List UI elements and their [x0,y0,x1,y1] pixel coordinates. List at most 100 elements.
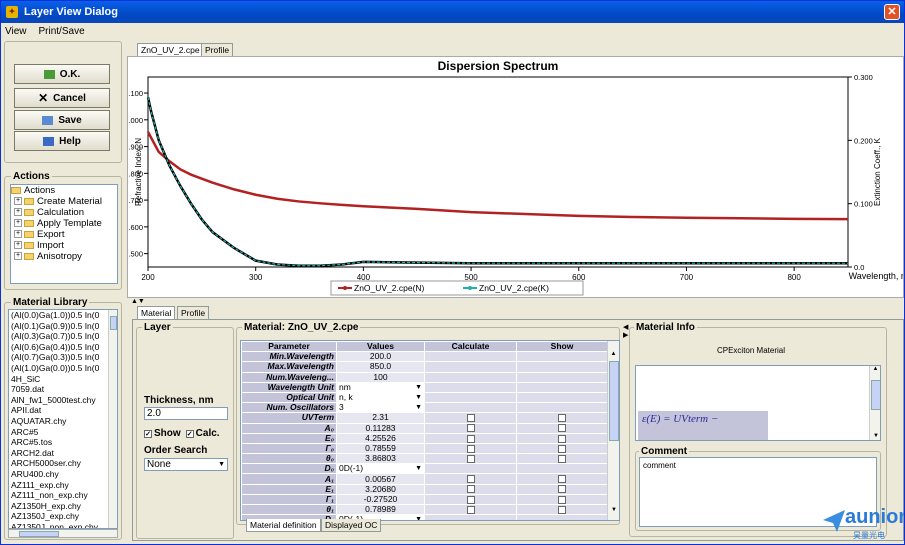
thickness-input[interactable]: 2.0 [144,407,228,420]
parameter-value[interactable]: 0.78989 [336,503,425,516]
close-button[interactable]: ✕ [884,4,900,20]
library-item[interactable]: (Al(0.6)Ga(0.4))0.5 In(0 [9,342,117,353]
calculate-cell[interactable] [424,432,517,444]
library-item[interactable]: ARC#5 [9,427,117,438]
calculate-cell[interactable] [424,503,517,516]
show-checkbox[interactable] [558,475,566,484]
parameter-select[interactable]: n, k ▼ [336,391,425,404]
parameter-value[interactable]: 0.78559 [336,442,425,455]
calculate-checkbox[interactable] [466,495,475,504]
library-item[interactable]: ARCH5000ser.chy [9,458,117,469]
calculate-checkbox[interactable] [466,454,475,463]
show-cell[interactable] [516,432,608,444]
show-cell[interactable] [516,503,608,516]
calculate-checkbox[interactable] [466,485,475,494]
show-cell[interactable] [516,493,608,506]
show-checkbox[interactable] [558,495,566,504]
show-cell[interactable] [516,412,608,424]
save-button[interactable]: Save [14,110,110,130]
calculate-checkbox[interactable] [466,434,475,443]
library-item[interactable]: AZ1350J_non_exp.chy [9,522,117,528]
library-item[interactable]: ARCH2.dat [9,448,117,459]
tree-item-export[interactable]: + Export [11,229,117,240]
actions-tree[interactable]: Actions + Create Material + Calculation + A… [10,184,118,284]
library-item[interactable]: AQUATAR.chy [9,416,117,427]
show-checkbox[interactable] [558,485,566,494]
show-checkbox[interactable] [558,454,566,463]
show-checkbox[interactable] [558,444,566,453]
tree-item-calculation[interactable]: + Calculation [11,207,117,218]
calculate-cell[interactable] [424,453,517,465]
library-item[interactable]: AZ1350H_exp.chy [9,501,117,512]
parameter-value[interactable]: 2.31 [336,412,425,424]
show-cell[interactable] [516,473,608,485]
parameter-value[interactable]: 3.86803 [336,453,425,465]
tab-profile-bottom[interactable]: Profile [177,306,210,319]
show-checkbox[interactable] [558,414,566,422]
tab-material[interactable]: Material [137,306,176,319]
show-checkbox[interactable] [558,434,566,443]
parameter-value[interactable]: 850.0 [336,361,425,373]
tree-item-create-material[interactable]: + Create Material [11,196,117,207]
tree-item-apply-template[interactable]: + Apply Template [11,218,117,229]
show-cell[interactable] [516,422,608,434]
help-button[interactable]: Help [14,131,110,151]
parameter-value[interactable]: 0.11283 [336,422,425,434]
cancel-button[interactable]: ✕ Cancel [14,88,110,108]
library-item[interactable]: (Al(0.7)Ga(0.3))0.5 In(0 [9,352,117,363]
library-item[interactable]: (Al(0.1)Ga(0.9))0.5 In(0 [9,321,117,332]
library-item[interactable]: 7059.dat [9,384,117,395]
title-bar[interactable]: ✦ Layer View Dialog ✕ [1,1,904,23]
ok-button[interactable]: O.K. [14,64,110,84]
show-cell[interactable] [516,483,608,495]
menu-view[interactable]: View [5,26,27,37]
parameter-value[interactable]: 200.0 [336,351,425,363]
calculate-checkbox[interactable] [466,505,475,514]
calculate-cell[interactable] [424,483,517,495]
parameter-value[interactable]: 100 [336,371,425,383]
library-item[interactable]: AlN_fw1_5000test.chy [9,395,117,406]
library-item[interactable]: (Al(1.0)Ga(0.0))0.5 In(0 [9,363,117,374]
tab-material-definition[interactable]: Material definition [246,519,321,532]
order-search-select[interactable]: None ▼ [144,458,228,471]
library-item[interactable]: AZ1350J_exp.chy [9,511,117,522]
calculate-checkbox[interactable] [466,424,475,433]
calculate-checkbox[interactable] [466,414,475,422]
parameter-select[interactable]: 0D(-1) ▼ [336,463,425,475]
material-library-list[interactable]: (Al(0.0)Ga(1.0))0.5 In(0 (Al(0.1)Ga(0.9))… [8,309,118,529]
calculate-cell[interactable] [424,412,517,424]
calc-checkbox[interactable]: ✓ [185,429,194,438]
parameter-select[interactable]: 3 ▼ [336,402,425,414]
parameter-value[interactable]: 4.25526 [336,432,425,444]
parameter-value[interactable]: 3.20680 [336,483,425,495]
tree-item-anisotropy[interactable]: + Anisotropy [11,251,117,262]
calculate-checkbox[interactable] [466,444,475,453]
library-item[interactable]: ARC#5.tos [9,437,117,448]
formula-scrollbar[interactable]: ▲ ▼ [869,366,880,440]
tab-profile-top[interactable]: Profile [201,43,234,56]
parameter-value[interactable]: 0.00567 [336,473,425,485]
show-checkbox[interactable] [558,505,566,514]
library-item[interactable]: (Al(0.3)Ga(0.7))0.5 In(0 [9,331,117,342]
calculate-cell[interactable] [424,493,517,506]
splitter-arrows[interactable]: ▲▼ [131,298,145,305]
library-vscrollbar[interactable] [108,310,117,528]
library-item[interactable]: AZ111_non_exp.chy [9,490,117,501]
tab-displayed-oc[interactable]: Displayed OC [321,519,382,532]
tree-root[interactable]: Actions [11,185,117,196]
collapse-arrows[interactable]: ◀ ▶ [623,323,628,339]
menu-print-save[interactable]: Print/Save [39,26,85,37]
tree-item-import[interactable]: + Import [11,240,117,251]
show-checkbox[interactable]: ✓ [144,429,152,438]
show-checkbox[interactable] [558,424,566,433]
library-item[interactable]: AZ111_exp.chy [9,480,117,491]
show-cell[interactable] [516,442,608,455]
library-hscrollbar[interactable] [8,529,118,538]
parameter-select[interactable]: nm ▼ [336,381,425,393]
library-item[interactable]: (Al(0.0)Ga(1.0))0.5 In(0 [9,310,117,321]
show-cell[interactable] [516,453,608,465]
tab-zno-file[interactable]: ZnO_UV_2.cpe [137,43,204,56]
calculate-checkbox[interactable] [466,475,475,484]
library-item[interactable]: ARU400.chy [9,469,117,480]
library-item[interactable]: 4H_SiC [9,374,117,385]
